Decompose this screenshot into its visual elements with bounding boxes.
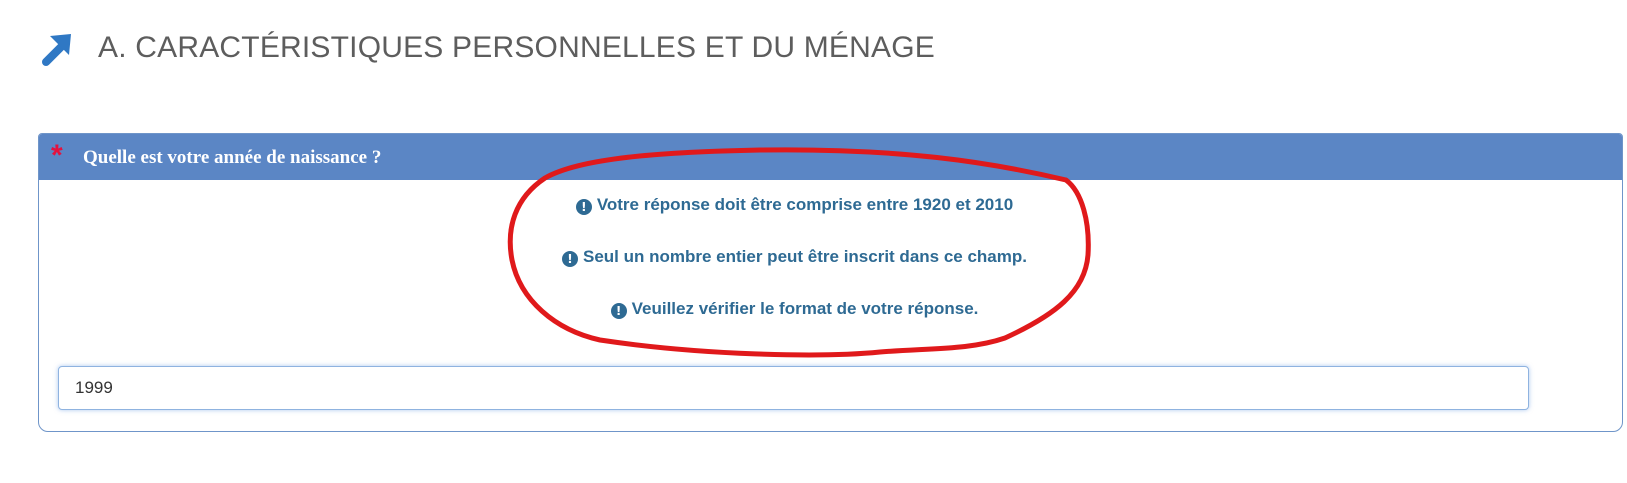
- section-header: A. CARACTÉRISTIQUES PERSONNELLES ET DU M…: [38, 28, 935, 68]
- question-text: Quelle est votre année de naissance ?: [83, 147, 382, 168]
- error-message: ! Veuillez vérifier le format de votre ré…: [39, 294, 1550, 346]
- error-messages: ! Votre réponse doit être comprise entre …: [39, 190, 1550, 346]
- exclamation-circle-icon: !: [575, 199, 592, 215]
- birth-year-input[interactable]: [58, 366, 1529, 410]
- question-header: * Quelle est votre année de naissance ?: [39, 134, 1622, 180]
- exclamation-circle-icon: !: [561, 251, 578, 267]
- error-message: ! Votre réponse doit être comprise entre …: [39, 190, 1550, 242]
- required-asterisk-icon: *: [51, 139, 63, 172]
- section-title: A. CARACTÉRISTIQUES PERSONNELLES ET DU M…: [98, 31, 935, 64]
- error-message: ! Seul un nombre entier peut être inscrit…: [39, 242, 1550, 294]
- exclamation-circle-icon: !: [610, 303, 627, 319]
- question-card: * Quelle est votre année de naissance ? …: [38, 133, 1623, 432]
- arrow-up-right-icon: [42, 34, 71, 66]
